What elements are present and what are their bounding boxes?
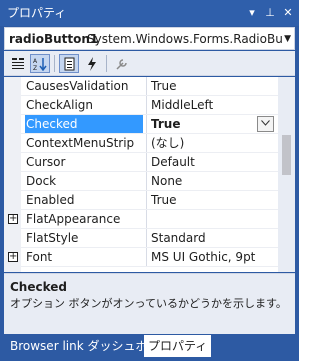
property-name: Enabled: [26, 193, 75, 207]
property-row[interactable]: Enabled True: [4, 191, 278, 210]
object-name: radioButton1: [9, 32, 99, 46]
bottom-tab-strip: Browser link ダッシュボード プロパティ: [0, 335, 299, 361]
property-row[interactable]: CausesValidation True: [4, 77, 278, 96]
events-icon[interactable]: [82, 54, 102, 73]
column-divider: [146, 229, 147, 248]
window-title: プロパティ: [7, 6, 67, 20]
property-row[interactable]: ContextMenuStrip (なし): [4, 134, 278, 153]
column-divider: [146, 191, 147, 210]
chevron-down-icon[interactable]: ▼: [284, 32, 291, 46]
property-value[interactable]: True: [148, 191, 278, 210]
property-row[interactable]: + FlatAppearance: [4, 210, 278, 229]
property-name: CheckAlign: [26, 98, 94, 112]
property-pages-icon[interactable]: [112, 54, 132, 73]
column-divider: [146, 248, 147, 267]
svg-text:A: A: [33, 58, 38, 65]
alphabetical-icon[interactable]: A Z: [30, 54, 50, 73]
property-name: Checked: [25, 115, 143, 134]
property-grid: CausesValidation True CheckAlign MiddleL…: [4, 77, 295, 272]
property-value[interactable]: Standard: [148, 229, 278, 248]
property-row[interactable]: + Font MS UI Gothic, 9pt: [4, 248, 278, 267]
property-row[interactable]: FlatStyle Standard: [4, 229, 278, 248]
column-divider: [146, 172, 147, 191]
description-title: Checked: [10, 280, 67, 294]
property-name: FlatStyle: [26, 231, 79, 245]
toolbar-separator: [106, 55, 107, 72]
scrollbar-thumb[interactable]: [282, 135, 291, 175]
vertical-scrollbar[interactable]: [278, 77, 295, 272]
property-row[interactable]: CheckAlign MiddleLeft: [4, 96, 278, 115]
property-name: ContextMenuStrip: [26, 136, 135, 150]
categorized-icon[interactable]: [8, 54, 28, 73]
property-value[interactable]: MS UI Gothic, 9pt: [148, 248, 278, 267]
property-row[interactable]: Cursor Default: [4, 153, 278, 172]
expand-icon[interactable]: +: [8, 252, 18, 262]
column-divider: [146, 115, 147, 134]
window-menu-button[interactable]: ▾: [244, 4, 260, 22]
object-selector[interactable]: radioButton1 System.Windows.Forms.RadioB…: [4, 27, 295, 50]
chevron-down-icon[interactable]: [257, 116, 274, 132]
column-divider: [146, 96, 147, 115]
property-value[interactable]: [148, 210, 278, 229]
property-value[interactable]: (なし): [148, 134, 278, 153]
expand-icon[interactable]: +: [8, 214, 18, 224]
property-name: Dock: [26, 174, 57, 188]
object-type: System.Windows.Forms.RadioButton: [87, 32, 283, 46]
property-name: FlatAppearance: [26, 212, 121, 226]
title-bar: プロパティ ▾ ⊥ ✕: [0, 0, 299, 26]
properties-window: プロパティ ▾ ⊥ ✕ radioButton1 System.Windows.…: [0, 0, 299, 361]
column-divider: [146, 77, 147, 96]
description-text: オプション ボタンがオンっているかどうかを示します。: [10, 297, 287, 310]
property-name: Font: [26, 250, 53, 264]
property-name: Cursor: [26, 155, 66, 169]
pin-button[interactable]: ⊥: [262, 4, 278, 22]
column-divider: [146, 134, 147, 153]
close-button[interactable]: ✕: [280, 4, 296, 22]
svg-text:Z: Z: [33, 65, 37, 71]
toolbar-separator: [54, 55, 55, 72]
properties-icon[interactable]: [59, 54, 79, 73]
column-divider: [146, 210, 147, 229]
property-value[interactable]: MiddleLeft: [148, 96, 278, 115]
property-value[interactable]: True: [148, 77, 278, 96]
properties-toolbar: A Z: [4, 51, 295, 76]
property-value[interactable]: Default: [148, 153, 278, 172]
row-divider: [21, 266, 278, 267]
property-row[interactable]: Dock None: [4, 172, 278, 191]
tab-properties[interactable]: プロパティ: [144, 335, 212, 357]
column-divider: [146, 153, 147, 172]
property-row-selected[interactable]: Checked True: [4, 115, 278, 134]
description-panel: Checked オプション ボタンがオンっているかどうかを示します。: [4, 273, 295, 334]
property-value[interactable]: None: [148, 172, 278, 191]
property-name: CausesValidation: [26, 79, 129, 93]
